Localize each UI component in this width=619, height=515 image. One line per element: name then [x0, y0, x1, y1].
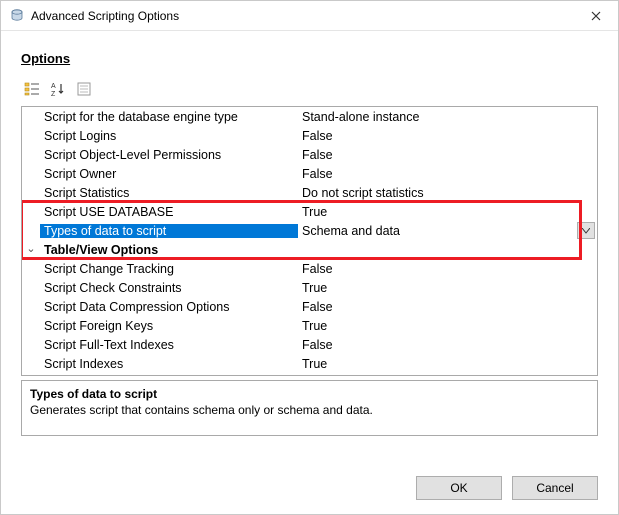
property-name: Script Check Constraints: [40, 281, 298, 295]
property-name: Script for the database engine type: [40, 110, 298, 124]
grid-row[interactable]: Script Data Compression Options False: [22, 297, 597, 316]
titlebar: Advanced Scripting Options: [1, 1, 618, 31]
grid-row[interactable]: Script Statistics Do not script statisti…: [22, 183, 597, 202]
grid-row[interactable]: Script Check Constraints True: [22, 278, 597, 297]
toolbar: A Z: [21, 76, 598, 102]
window-title: Advanced Scripting Options: [31, 9, 573, 23]
description-panel: Types of data to script Generates script…: [21, 380, 598, 436]
grid-category[interactable]: ⌄ Table/View Options: [22, 240, 597, 259]
property-value[interactable]: False: [298, 338, 597, 352]
grid-row[interactable]: Script USE DATABASE True: [22, 202, 597, 221]
property-name: Script Foreign Keys: [40, 319, 298, 333]
grid-row-selected[interactable]: Types of data to script Schema and data: [22, 221, 597, 240]
app-icon: [9, 8, 25, 24]
property-pages-button[interactable]: [73, 78, 95, 100]
property-value[interactable]: False: [298, 300, 597, 314]
cancel-button[interactable]: Cancel: [512, 476, 598, 500]
description-title: Types of data to script: [30, 387, 589, 401]
grid-row[interactable]: Script Change Tracking False: [22, 259, 597, 278]
property-name: Script Indexes: [40, 357, 298, 371]
dropdown-button[interactable]: [577, 222, 595, 239]
grid-row[interactable]: Script Indexes True: [22, 354, 597, 373]
property-grid-scroll[interactable]: Script for the database engine type Stan…: [22, 107, 597, 375]
property-value[interactable]: Do not script statistics: [298, 186, 597, 200]
grid-row[interactable]: Script Primary Keys True: [22, 373, 597, 375]
property-name: Script USE DATABASE: [40, 205, 298, 219]
property-value[interactable]: True: [298, 357, 597, 371]
property-value[interactable]: Schema and data: [298, 224, 577, 238]
grid-row[interactable]: Script Owner False: [22, 164, 597, 183]
grid-row[interactable]: Script for the database engine type Stan…: [22, 107, 597, 126]
grid-row[interactable]: Script Object-Level Permissions False: [22, 145, 597, 164]
content-area: Options A Z: [1, 31, 618, 436]
property-name: Script Statistics: [40, 186, 298, 200]
grid-row[interactable]: Script Foreign Keys True: [22, 316, 597, 335]
property-name: Script Change Tracking: [40, 262, 298, 276]
grid-row[interactable]: Script Logins False: [22, 126, 597, 145]
property-grid: Script for the database engine type Stan…: [21, 106, 598, 376]
description-text: Generates script that contains schema on…: [30, 403, 589, 417]
property-value[interactable]: False: [298, 129, 597, 143]
property-name: Script Object-Level Permissions: [40, 148, 298, 162]
property-value[interactable]: False: [298, 148, 597, 162]
svg-text:Z: Z: [51, 91, 56, 97]
svg-text:A: A: [51, 83, 56, 90]
close-button[interactable]: [573, 1, 618, 31]
expander-icon[interactable]: ⌄: [22, 240, 40, 259]
options-label: Options: [21, 51, 598, 66]
category-name: Table/View Options: [40, 243, 298, 257]
alphabetical-button[interactable]: A Z: [47, 78, 69, 100]
property-value[interactable]: True: [298, 319, 597, 333]
property-value[interactable]: True: [298, 281, 597, 295]
property-name: Script Owner: [40, 167, 298, 181]
property-name: Script Full-Text Indexes: [40, 338, 298, 352]
button-bar: OK Cancel: [416, 476, 598, 500]
property-value[interactable]: False: [298, 262, 597, 276]
property-name: Script Logins: [40, 129, 298, 143]
ok-button[interactable]: OK: [416, 476, 502, 500]
property-value[interactable]: Stand-alone instance: [298, 110, 597, 124]
property-name: Types of data to script: [40, 224, 298, 238]
categorized-button[interactable]: [21, 78, 43, 100]
grid-row[interactable]: Script Full-Text Indexes False: [22, 335, 597, 354]
property-value[interactable]: False: [298, 167, 597, 181]
property-name: Script Data Compression Options: [40, 300, 298, 314]
property-value[interactable]: True: [298, 205, 597, 219]
